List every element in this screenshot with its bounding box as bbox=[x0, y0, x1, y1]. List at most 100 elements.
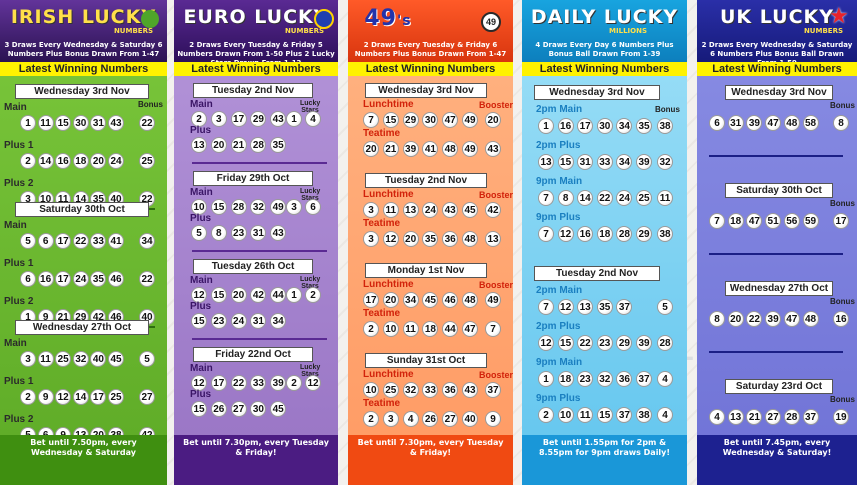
euro-lucky-panel: EURO LUCKY NUMBERS 2 Draws Every Tuesday… bbox=[174, 0, 338, 485]
number-ball: 33 bbox=[90, 233, 107, 249]
row-label: Main bbox=[4, 102, 27, 113]
number-ball: 34 bbox=[402, 292, 419, 308]
irish-logo-sub: NUMBERS bbox=[113, 27, 153, 35]
number-ball: 30 bbox=[250, 401, 267, 417]
shamrock-icon bbox=[141, 10, 159, 28]
number-ball: 31 bbox=[250, 313, 267, 329]
number-ball: 48 bbox=[442, 141, 459, 157]
number-ball: 45 bbox=[270, 401, 287, 417]
row-label: 9pm Plus bbox=[536, 393, 581, 404]
number-ball: 10 bbox=[382, 321, 399, 337]
irish-footer: Bet until 7.50pm, every Wednesday & Satu… bbox=[0, 435, 167, 485]
uk-latest-title: Latest Winning Numbers bbox=[697, 62, 857, 76]
number-ball: 24 bbox=[616, 190, 633, 206]
number-ball: 39 bbox=[636, 335, 652, 351]
number-ball: 20 bbox=[402, 231, 419, 247]
number-ball: 9 bbox=[37, 389, 54, 405]
section-divider bbox=[192, 162, 327, 164]
number-ball: 44 bbox=[270, 287, 287, 303]
number-ball: 4 bbox=[709, 409, 725, 425]
number-ball: 3 bbox=[20, 351, 36, 367]
number-ball: 16 bbox=[557, 118, 574, 134]
number-ball: 13 bbox=[727, 409, 744, 425]
number-ball: 8 bbox=[709, 311, 725, 327]
number-ball: 23 bbox=[230, 225, 247, 241]
uk-header: UK LUCKY NUMBERS ★ 2 Draws Every Wednesd… bbox=[697, 0, 857, 67]
number-ball: 45 bbox=[422, 292, 439, 308]
bonus-ball: 17 bbox=[833, 213, 849, 229]
number-ball: 37 bbox=[616, 299, 633, 315]
number-ball: 1 bbox=[20, 115, 36, 131]
draw-date: Tuesday 2nd Nov bbox=[534, 266, 660, 281]
number-ball: 27 bbox=[230, 401, 247, 417]
bonus-ball: 5 bbox=[139, 351, 155, 367]
number-ball: 15 bbox=[382, 112, 399, 128]
number-ball: 28 bbox=[616, 226, 633, 242]
irish-header: IRISH LUCKY NUMBERS 3 Draws Every Wednes… bbox=[0, 0, 167, 62]
number-ball: 14 bbox=[72, 389, 89, 405]
row-label: Teatime bbox=[363, 128, 401, 139]
booster-ball: 13 bbox=[485, 231, 501, 247]
number-ball: 25 bbox=[108, 389, 124, 405]
row-label: Main bbox=[4, 220, 27, 231]
number-ball: 20 bbox=[382, 292, 399, 308]
irish-info: 3 Draws Every Wednesday & Saturday 6 Num… bbox=[4, 41, 163, 58]
section-divider bbox=[709, 253, 843, 255]
number-ball: 20 bbox=[210, 137, 227, 153]
booster-ball: 7 bbox=[485, 321, 501, 337]
section-divider bbox=[709, 155, 843, 157]
row-label: 2pm Plus bbox=[536, 321, 581, 332]
number-ball: 17 bbox=[210, 375, 227, 391]
number-ball: 21 bbox=[746, 409, 763, 425]
row-label: Main bbox=[190, 187, 213, 198]
number-ball: 13 bbox=[402, 202, 419, 218]
number-ball: 25 bbox=[636, 190, 652, 206]
daily-lucky-panel: DAILY LUCKY MILLIONS 4 Draws Every Day 6… bbox=[522, 0, 687, 485]
number-ball: 44 bbox=[442, 321, 459, 337]
number-ball: 47 bbox=[462, 321, 478, 337]
daily-logo-sub: MILLIONS bbox=[609, 27, 647, 35]
number-ball: 10 bbox=[363, 382, 379, 398]
bonus-label: Bonus bbox=[830, 395, 855, 404]
number-ball: 11 bbox=[382, 202, 399, 218]
uk-lucky-panel: UK LUCKY NUMBERS ★ 2 Draws Every Wednesd… bbox=[697, 0, 857, 485]
number-ball: 43 bbox=[108, 115, 124, 131]
row-label: Teatime bbox=[363, 308, 401, 319]
number-ball: 23 bbox=[596, 335, 613, 351]
number-ball: 31 bbox=[577, 154, 594, 170]
number-ball: 25 bbox=[382, 382, 399, 398]
number-ball: 14 bbox=[37, 153, 54, 169]
booster-ball: 37 bbox=[485, 382, 501, 398]
49s-logo: 49's bbox=[348, 6, 428, 31]
number-ball: 16 bbox=[55, 153, 72, 169]
number-ball: 22 bbox=[577, 335, 594, 351]
star-ball: 6 bbox=[305, 199, 321, 215]
number-ball: 38 bbox=[636, 407, 652, 423]
row-label: Main bbox=[4, 338, 27, 349]
number-ball: 17 bbox=[90, 389, 107, 405]
number-ball: 3 bbox=[363, 231, 379, 247]
row-label: Plus 1 bbox=[4, 258, 34, 269]
draw-date: Wednesday 3rd Nov bbox=[725, 85, 833, 100]
number-ball: 20 bbox=[230, 287, 247, 303]
row-label: Main bbox=[190, 99, 213, 110]
number-ball: 1 bbox=[538, 371, 554, 387]
irish-footer-text: Bet until 7.50pm, every Wednesday & Satu… bbox=[30, 438, 137, 457]
number-ball: 48 bbox=[802, 311, 819, 327]
number-ball: 15 bbox=[191, 401, 207, 417]
number-ball: 43 bbox=[270, 225, 287, 241]
bonus-label: Bonus bbox=[655, 105, 680, 114]
number-ball: 41 bbox=[108, 233, 124, 249]
draw-date: Friday 22nd Oct bbox=[193, 347, 313, 362]
49s-latest-title: Latest Winning Numbers bbox=[348, 62, 513, 76]
booster-label: Booster bbox=[479, 100, 513, 110]
eu-stars-icon bbox=[314, 9, 334, 29]
number-ball: 2 bbox=[20, 389, 36, 405]
number-ball: 48 bbox=[783, 115, 800, 131]
number-ball: 15 bbox=[557, 154, 574, 170]
draw-date: Wednesday 3rd Nov bbox=[15, 84, 149, 99]
number-ball: 24 bbox=[230, 313, 247, 329]
star-ball: 4 bbox=[305, 111, 321, 127]
number-ball: 17 bbox=[55, 233, 72, 249]
number-ball: 56 bbox=[783, 213, 800, 229]
